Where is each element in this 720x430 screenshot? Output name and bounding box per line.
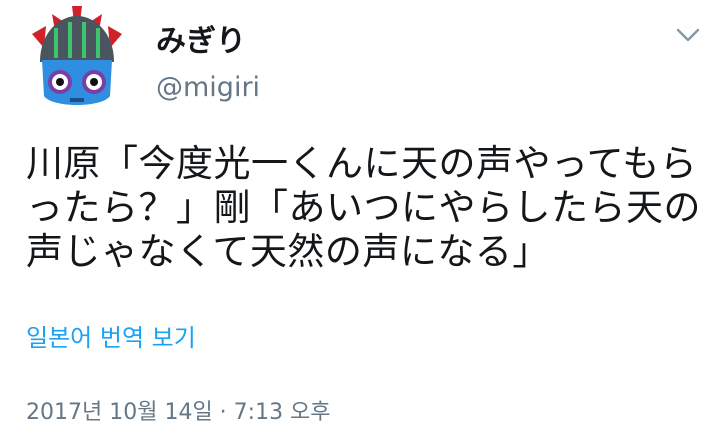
- chevron-down-icon[interactable]: [674, 24, 702, 46]
- user-handle[interactable]: @migiri: [156, 70, 260, 106]
- user-info[interactable]: みぎり @migiri: [156, 22, 260, 106]
- tweet-timestamp[interactable]: 2017년 10월 14일 · 7:13 오후: [26, 398, 331, 428]
- tweet-header: みぎり @migiri: [0, 0, 720, 120]
- avatar[interactable]: [22, 4, 132, 114]
- translate-tweet-link[interactable]: 일본어 번역 보기: [26, 322, 196, 354]
- tweet-text: 川原「今度光一くんに天の声やってもらったら？」剛「あいつにやらしたら天の声じゃな…: [26, 142, 701, 273]
- display-name[interactable]: みぎり: [156, 22, 260, 62]
- masked-character-avatar-icon: [22, 4, 132, 114]
